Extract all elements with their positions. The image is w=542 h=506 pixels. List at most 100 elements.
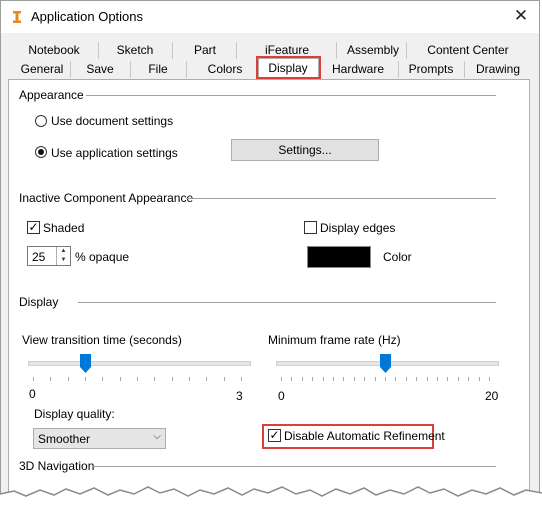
slider-tick bbox=[312, 377, 314, 381]
shaded-checkbox[interactable]: ✓ bbox=[27, 221, 40, 234]
display-heading: Display bbox=[19, 295, 59, 309]
frame-max-label: 20 bbox=[485, 389, 499, 403]
tab-divider bbox=[336, 42, 337, 59]
window-title: Application Options bbox=[31, 9, 144, 24]
tab-notebook[interactable]: Notebook bbox=[16, 42, 92, 59]
tab-colors[interactable]: Colors bbox=[187, 61, 263, 78]
display-tab-highlight bbox=[256, 56, 321, 79]
tab-divider bbox=[464, 61, 465, 78]
view-max-label: 3 bbox=[236, 389, 243, 403]
display-edges-label: Display edges bbox=[320, 221, 396, 235]
slider-tick bbox=[154, 377, 156, 381]
spin-down-icon[interactable]: ▼ bbox=[57, 256, 70, 265]
slider-tick bbox=[137, 377, 138, 381]
slider-tick bbox=[171, 377, 173, 381]
3d-navigation-heading: 3D Navigation bbox=[19, 459, 95, 473]
slider-tick bbox=[241, 377, 242, 381]
slider-tick bbox=[33, 377, 34, 381]
tab-divider bbox=[98, 42, 99, 59]
tab-divider bbox=[236, 42, 237, 59]
use-application-settings-label: Use application settings bbox=[51, 146, 178, 160]
slider-tick bbox=[468, 377, 470, 381]
slider-tick bbox=[291, 377, 293, 381]
frame-min-label: 0 bbox=[278, 389, 285, 403]
tab-hardware[interactable]: Hardware bbox=[319, 61, 397, 78]
frame-rate-thumb[interactable] bbox=[379, 354, 391, 374]
section-divider bbox=[78, 302, 496, 303]
slider-tick bbox=[206, 377, 208, 381]
tab-divider bbox=[70, 61, 71, 78]
tab-sketch[interactable]: Sketch bbox=[99, 42, 171, 59]
use-document-settings-label: Use document settings bbox=[51, 114, 174, 128]
slider-tick bbox=[85, 377, 86, 381]
tab-prompts[interactable]: Prompts bbox=[399, 61, 463, 78]
slider-tick bbox=[426, 377, 428, 381]
tab-general[interactable]: General bbox=[15, 61, 69, 78]
tab-file[interactable]: File bbox=[131, 61, 185, 78]
use-application-settings-radio[interactable] bbox=[35, 146, 47, 158]
slider-tick bbox=[333, 377, 334, 381]
opacity-spinner[interactable]: 25 ▲ ▼ bbox=[27, 246, 71, 266]
tab-divider bbox=[172, 42, 173, 59]
display-quality-label: Display quality: bbox=[34, 407, 115, 421]
tab-divider bbox=[398, 61, 399, 78]
settings-button[interactable]: Settings... bbox=[231, 139, 379, 161]
opaque-label: % opaque bbox=[75, 250, 130, 264]
display-quality-value: Smoother bbox=[38, 432, 91, 446]
slider-tick bbox=[416, 377, 418, 381]
tab-drawing[interactable]: Drawing bbox=[465, 61, 531, 78]
slider-tick bbox=[457, 377, 459, 381]
section-divider bbox=[86, 95, 496, 96]
spinner-arrows[interactable]: ▲ ▼ bbox=[56, 247, 70, 265]
tab-assembly[interactable]: Assembly bbox=[337, 42, 409, 59]
view-min-label: 0 bbox=[29, 387, 36, 401]
slider-tick bbox=[395, 377, 397, 381]
tab-save[interactable]: Save bbox=[71, 61, 129, 78]
inactive-component-heading: Inactive Component Appearance bbox=[19, 191, 194, 205]
slider-tick bbox=[364, 377, 366, 381]
display-quality-select[interactable]: Smoother ⌵ bbox=[33, 428, 166, 449]
application-options-window: Application Options ✕ Notebook Sketch Pa… bbox=[0, 0, 540, 504]
slider-tick bbox=[343, 377, 345, 381]
inventor-icon bbox=[10, 10, 24, 24]
slider-tick bbox=[189, 377, 190, 381]
close-icon[interactable]: ✕ bbox=[509, 5, 533, 29]
min-frame-rate-label: Minimum frame rate (Hz) bbox=[268, 333, 401, 347]
tab-content-center[interactable]: Content Center bbox=[407, 42, 529, 59]
view-transition-label: View transition time (seconds) bbox=[22, 333, 182, 347]
tab-divider bbox=[406, 42, 407, 59]
slider-tick bbox=[119, 377, 121, 381]
slider-tick bbox=[223, 377, 225, 381]
view-transition-track[interactable] bbox=[28, 361, 251, 366]
section-divider bbox=[186, 198, 496, 199]
title-bar: Application Options ✕ bbox=[1, 1, 539, 33]
slider-tick bbox=[374, 377, 376, 381]
slider-tick bbox=[489, 377, 490, 381]
slider-tick bbox=[281, 377, 282, 381]
slider-tick bbox=[353, 377, 355, 381]
color-swatch[interactable] bbox=[307, 246, 371, 268]
slider-tick bbox=[322, 377, 324, 381]
tab-part[interactable]: Part bbox=[173, 42, 237, 59]
opacity-value: 25 bbox=[32, 250, 46, 264]
slider-tick bbox=[478, 377, 480, 381]
tab-divider bbox=[186, 61, 187, 78]
spin-up-icon[interactable]: ▲ bbox=[57, 247, 70, 256]
tab-divider bbox=[130, 61, 131, 78]
slider-tick bbox=[50, 377, 52, 381]
disable-automatic-refinement-checkbox[interactable]: ✓ bbox=[268, 429, 281, 442]
view-transition-thumb[interactable] bbox=[79, 354, 91, 374]
torn-edge bbox=[0, 486, 542, 506]
chevron-down-icon: ⌵ bbox=[153, 431, 161, 442]
slider-tick bbox=[102, 377, 104, 381]
slider-tick bbox=[301, 377, 303, 381]
color-label: Color bbox=[383, 250, 412, 264]
appearance-heading: Appearance bbox=[19, 88, 84, 102]
use-document-settings-radio[interactable] bbox=[35, 115, 47, 127]
display-edges-checkbox[interactable] bbox=[304, 221, 317, 234]
disable-automatic-refinement-label: Disable Automatic Refinement bbox=[284, 429, 445, 443]
shaded-label: Shaded bbox=[43, 221, 85, 235]
section-divider bbox=[93, 466, 496, 467]
slider-tick bbox=[447, 377, 449, 381]
slider-tick bbox=[405, 377, 407, 381]
